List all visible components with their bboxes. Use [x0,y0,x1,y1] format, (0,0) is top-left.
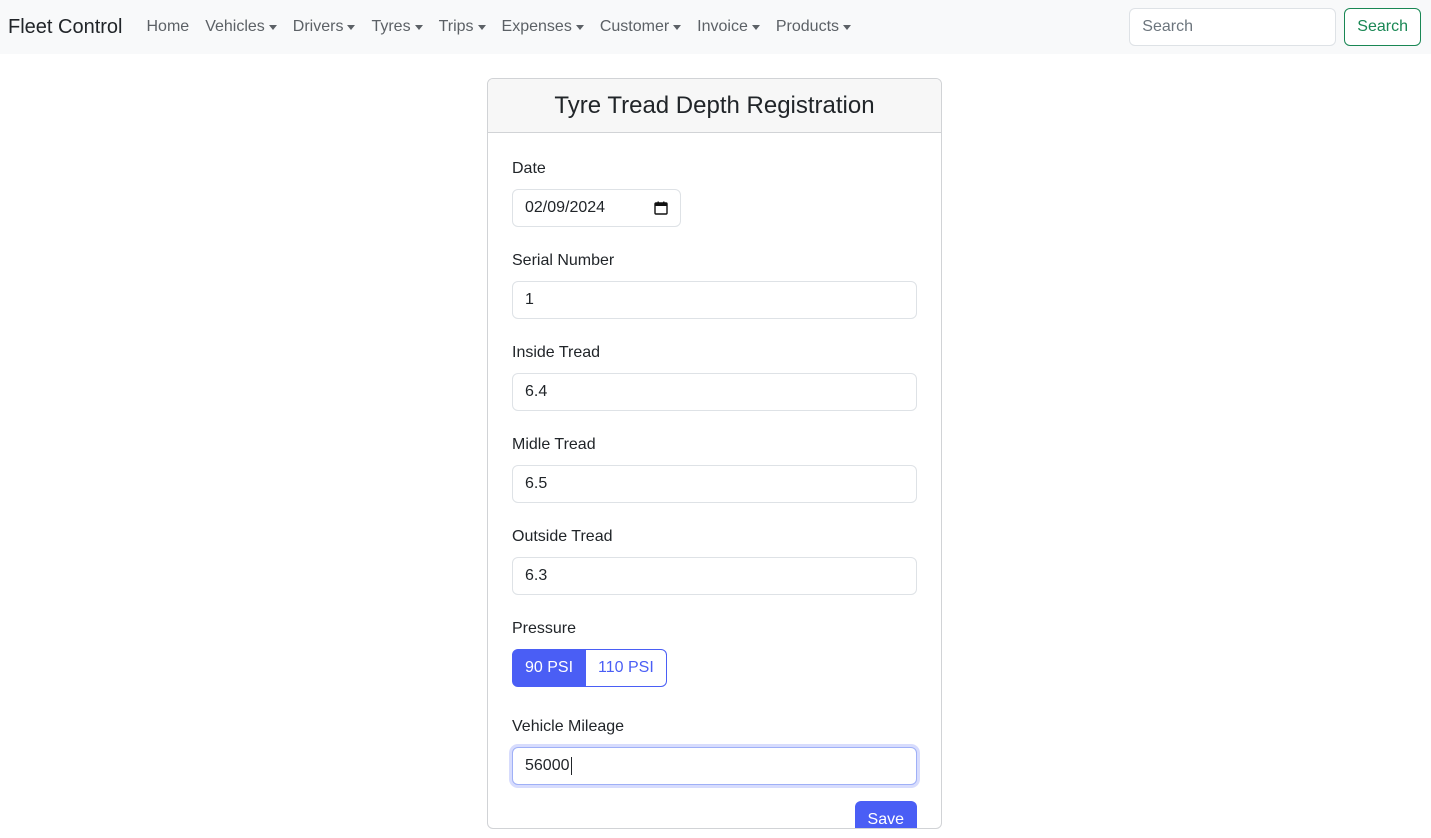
nav-item-label: Vehicles [205,18,265,35]
date-value: 02/09/2024 [525,199,606,216]
date-label: Date [512,160,546,177]
nav-item-label: Tyres [371,18,411,35]
nav-item-label: Expenses [501,18,572,35]
date-group: Date 02/09/2024 [512,159,917,227]
nav-item-products[interactable]: Products [768,18,859,36]
outside-tread-label: Outside Tread [512,528,613,545]
text-cursor [570,757,572,775]
tread-registration-card: Tyre Tread Depth Registration Date 02/09… [487,78,942,829]
pressure-option-90[interactable]: 90 PSI [512,649,587,687]
outside-tread-value: 6.3 [525,567,548,584]
vehicle-mileage-value: 56000 [525,757,570,774]
nav-item-label: Products [775,18,840,35]
search-button[interactable]: Search [1344,8,1421,46]
calendar-icon[interactable] [654,201,668,215]
middle-tread-label: Midle Tread [512,436,596,453]
nav-item-vehicles[interactable]: Vehicles [197,18,285,36]
card-body: Date 02/09/2024 Serial Number 1 Inside T… [488,133,941,828]
nav-item-label: Customer [599,18,670,35]
nav-item-invoice[interactable]: Invoice [689,18,768,36]
outside-tread-field[interactable]: 6.3 [512,557,917,595]
caret-down-icon [575,24,584,30]
nav-item-tyres[interactable]: Tyres [363,18,430,36]
caret-down-icon [751,24,760,30]
inside-tread-group: Inside Tread 6.4 [512,343,917,411]
serial-number-label: Serial Number [512,252,615,269]
caret-down-icon [843,24,852,30]
card-title: Tyre Tread Depth Registration [488,79,941,133]
search-input[interactable] [1129,8,1337,46]
nav-item-label: Drivers [292,18,344,35]
pressure-label: Pressure [512,620,577,637]
pressure-toggle-group: 90 PSI 110 PSI [512,649,917,687]
vehicle-mileage-group: Vehicle Mileage 56000 [512,717,917,785]
date-field[interactable]: 02/09/2024 [512,189,681,227]
middle-tread-value: 6.5 [525,475,548,492]
nav-item-label: Trips [438,18,474,35]
nav-item-trips[interactable]: Trips [431,18,494,36]
nav-item-label: Invoice [697,18,748,35]
nav-item-customer[interactable]: Customer [592,18,689,36]
vehicle-mileage-label: Vehicle Mileage [512,718,625,735]
pressure-option-110[interactable]: 110 PSI [586,649,667,687]
middle-tread-group: Midle Tread 6.5 [512,435,917,503]
serial-number-group: Serial Number 1 [512,251,917,319]
save-button[interactable]: Save [854,801,917,828]
inside-tread-label: Inside Tread [512,344,601,361]
caret-down-icon [673,24,682,30]
serial-number-value: 1 [525,291,534,308]
caret-down-icon [414,24,423,30]
brand-logo[interactable]: Fleet Control [8,16,123,39]
caret-down-icon [477,24,486,30]
outside-tread-group: Outside Tread 6.3 [512,527,917,595]
top-navbar: Fleet Control Home Vehicles Drivers Tyre… [0,0,1431,54]
vehicle-mileage-field[interactable]: 56000 [512,747,917,785]
caret-down-icon [347,24,356,30]
serial-number-field[interactable]: 1 [512,281,917,319]
nav-item-drivers[interactable]: Drivers [285,18,364,36]
nav-menu: Home Vehicles Drivers Tyres Trips Expens… [139,18,860,36]
caret-down-icon [268,24,277,30]
middle-tread-field[interactable]: 6.5 [512,465,917,503]
nav-item-expenses[interactable]: Expenses [494,18,592,36]
inside-tread-field[interactable]: 6.4 [512,373,917,411]
save-row: Save [512,801,917,828]
pressure-group: Pressure 90 PSI 110 PSI [512,619,917,687]
nav-item-label: Home [146,18,190,35]
inside-tread-value: 6.4 [525,383,548,400]
nav-item-home[interactable]: Home [139,18,198,36]
